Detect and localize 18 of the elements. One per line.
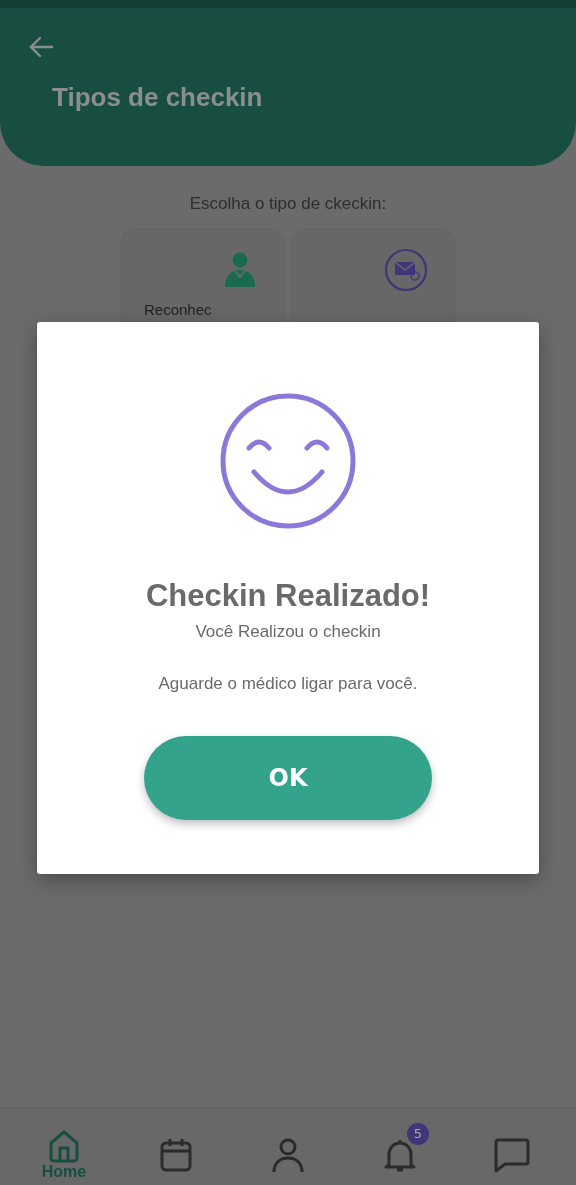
back-arrow-icon[interactable] <box>28 36 54 58</box>
dialog-message: Aguarde o médico ligar para você. <box>158 674 418 694</box>
option-label: Reconhec <box>144 301 212 316</box>
calendar-icon <box>159 1136 193 1173</box>
smiley-icon <box>219 392 357 530</box>
chat-icon <box>493 1136 531 1173</box>
nav-tab[interactable]: Home <box>29 1112 99 1181</box>
nav-tab[interactable]: 5 <box>365 1120 435 1173</box>
notification-badge: 5 <box>407 1122 429 1145</box>
home-icon <box>47 1128 81 1163</box>
prompt-text: Escolha o tipo de ckeckin: <box>189 194 387 214</box>
page-title: Tipos de checkin <box>52 82 264 113</box>
ok-button[interactable]: OK <box>144 736 432 820</box>
dialog-title: Checkin Realizado! <box>145 578 431 614</box>
person-icon <box>271 1136 305 1173</box>
doctor-icon <box>223 252 257 288</box>
dialog-subtitle: Você Realizou o checkin <box>195 622 381 642</box>
mail-icon <box>384 248 428 292</box>
